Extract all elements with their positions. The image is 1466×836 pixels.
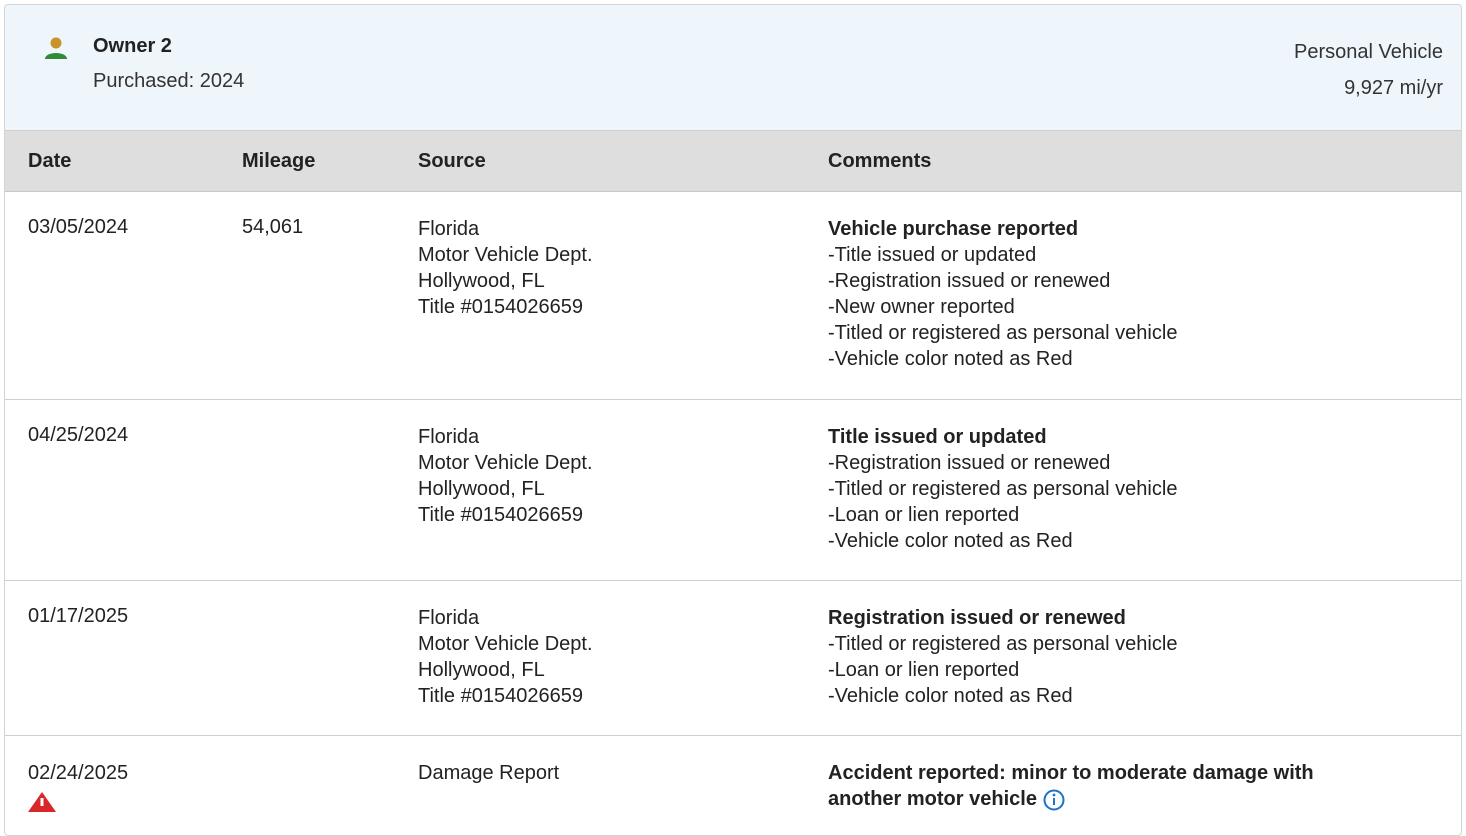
row-comments: Vehicle purchase reported -Title issued … — [828, 192, 1461, 400]
comment-item: -Titled or registered as personal vehicl… — [828, 320, 1461, 346]
source-line: Damage Report — [418, 760, 828, 786]
comment-item: -Titled or registered as personal vehicl… — [828, 631, 1461, 657]
comment-item: -Registration issued or renewed — [828, 268, 1461, 294]
comment-item: -New owner reported — [828, 294, 1461, 320]
row-mileage — [242, 736, 418, 836]
source-line: Florida — [418, 424, 828, 450]
info-icon[interactable] — [1043, 789, 1065, 811]
source-line: Motor Vehicle Dept. — [418, 242, 828, 268]
column-header-source: Source — [418, 131, 828, 192]
comment-item: -Vehicle color noted as Red — [828, 528, 1461, 554]
source-line: Motor Vehicle Dept. — [418, 631, 828, 657]
column-header-comments: Comments — [828, 131, 1461, 192]
comment-item: -Title issued or updated — [828, 242, 1461, 268]
comment-title-cont: another motor vehicle — [828, 786, 1461, 812]
comment-title: Accident reported: minor to moderate dam… — [828, 760, 1461, 786]
row-comments: Title issued or updated -Registration is… — [828, 400, 1461, 581]
column-header-mileage: Mileage — [242, 131, 418, 192]
owner-header: Owner 2 Purchased: 2024 Personal Vehicle… — [5, 5, 1461, 131]
row-source: Damage Report — [418, 736, 828, 836]
row-date-cell: 02/24/2025 — [5, 736, 242, 836]
owner-history-card: Owner 2 Purchased: 2024 Personal Vehicle… — [4, 4, 1462, 836]
comment-item: -Loan or lien reported — [828, 657, 1461, 683]
row-date: 04/25/2024 — [5, 400, 242, 581]
comment-title: Registration issued or renewed — [828, 605, 1461, 631]
table-header-row: Date Mileage Source Comments — [5, 131, 1461, 192]
person-icon — [43, 35, 69, 61]
row-source: Florida Motor Vehicle Dept. Hollywood, F… — [418, 192, 828, 400]
comment-title: Title issued or updated — [828, 424, 1461, 450]
source-line: Florida — [418, 216, 828, 242]
vehicle-type: Personal Vehicle — [1294, 34, 1443, 70]
owner-purchased: Purchased: 2024 — [93, 70, 244, 93]
source-line: Florida — [418, 605, 828, 631]
row-date: 02/24/2025 — [28, 760, 242, 786]
table-row: 03/05/2024 54,061 Florida Motor Vehicle … — [5, 192, 1461, 400]
source-line: Hollywood, FL — [418, 476, 828, 502]
comment-item: -Titled or registered as personal vehicl… — [828, 476, 1461, 502]
comment-title: Vehicle purchase reported — [828, 216, 1461, 242]
table-row: 02/24/2025 Damage Report Accident report… — [5, 736, 1461, 836]
alert-icon — [28, 792, 56, 812]
source-line: Title #0154026659 — [418, 502, 828, 528]
table-row: 04/25/2024 Florida Motor Vehicle Dept. H… — [5, 400, 1461, 581]
source-line: Hollywood, FL — [418, 657, 828, 683]
row-comments: Accident reported: minor to moderate dam… — [828, 736, 1461, 836]
comment-item: -Vehicle color noted as Red — [828, 683, 1461, 709]
row-mileage — [242, 581, 418, 736]
row-comments: Registration issued or renewed -Titled o… — [828, 581, 1461, 736]
source-line: Motor Vehicle Dept. — [418, 450, 828, 476]
row-source: Florida Motor Vehicle Dept. Hollywood, F… — [418, 400, 828, 581]
source-line: Hollywood, FL — [418, 268, 828, 294]
column-header-date: Date — [5, 131, 242, 192]
row-source: Florida Motor Vehicle Dept. Hollywood, F… — [418, 581, 828, 736]
mileage-rate: 9,927 mi/yr — [1294, 70, 1443, 106]
comment-item: -Loan or lien reported — [828, 502, 1461, 528]
source-line: Title #0154026659 — [418, 683, 828, 709]
row-mileage: 54,061 — [242, 192, 418, 400]
history-table: Date Mileage Source Comments 03/05/2024 … — [5, 131, 1461, 836]
row-date: 03/05/2024 — [5, 192, 242, 400]
owner-name: Owner 2 — [93, 35, 172, 58]
row-mileage — [242, 400, 418, 581]
row-date: 01/17/2025 — [5, 581, 242, 736]
comment-item: -Registration issued or renewed — [828, 450, 1461, 476]
comment-item: -Vehicle color noted as Red — [828, 346, 1461, 372]
table-row: 01/17/2025 Florida Motor Vehicle Dept. H… — [5, 581, 1461, 736]
owner-summary: Personal Vehicle 9,927 mi/yr — [1294, 34, 1443, 106]
source-line: Title #0154026659 — [418, 294, 828, 320]
